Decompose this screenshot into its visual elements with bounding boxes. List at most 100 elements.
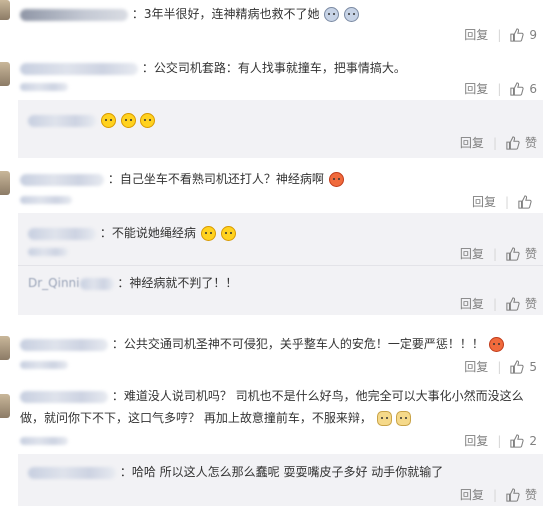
divider: |: [497, 359, 502, 374]
comment-text: 做，就问你下不下，这口气多哼？ 再加上故意撞前车，不服来辩，: [20, 411, 372, 425]
avatar[interactable]: [0, 336, 10, 360]
divider: |: [492, 487, 497, 502]
reply-button[interactable]: 回复: [464, 80, 488, 97]
avatar[interactable]: [0, 394, 10, 418]
username-blurred[interactable]: [28, 466, 116, 479]
username-blurred[interactable]: [20, 62, 138, 75]
timestamp-blurred: [28, 245, 68, 258]
reply-button[interactable]: 回复: [464, 26, 488, 43]
laughing-tears-icon: [200, 226, 216, 241]
angry-face-icon: [488, 337, 504, 352]
reply-line: Dr_Qinni ：神经病就不判了！！: [28, 275, 237, 291]
like-label[interactable]: 赞: [525, 295, 537, 312]
username-blurred[interactable]: [79, 277, 114, 290]
reply-button[interactable]: 回复: [472, 193, 496, 210]
reply-line: ：哈哈 所以这人怎么那么蠢呢 耍耍嘴皮子多好 动手你就输了: [28, 464, 443, 480]
divider: |: [492, 246, 497, 261]
reply-actions: 回复 | 赞: [460, 486, 537, 503]
reply-divider: [18, 265, 543, 266]
doge-icon: [376, 411, 392, 426]
comment-line: ：3年半很好，连神精病也救不了她: [20, 6, 360, 22]
comment-actions: 回复 | 5: [464, 358, 537, 375]
username-blurred[interactable]: [28, 114, 96, 127]
reply-button[interactable]: 回复: [460, 486, 484, 503]
divider: |: [497, 81, 502, 96]
doge-icon: [396, 411, 412, 426]
crying-face-icon: [344, 7, 360, 22]
crying-face-icon: [324, 7, 340, 22]
divider: |: [492, 296, 497, 311]
comment-line: ：自己坐车不看熟司机还打人？神经病啊: [20, 171, 344, 187]
comment-item: ：难道没人说司机吗？ 司机也不是什么好鸟，他完全可以大事化小然而没这么 做，就问…: [0, 380, 543, 506]
reply-text: ：神经病就不判了！！: [117, 276, 238, 290]
comment-text: ：3年半很好，连神精病也救不了她: [131, 7, 320, 21]
thumbs-up-icon[interactable]: [506, 135, 520, 150]
like-label[interactable]: 赞: [525, 134, 537, 151]
divider: |: [497, 433, 502, 448]
thumbs-up-icon[interactable]: [510, 81, 524, 96]
reply-actions: 回复 | 赞: [460, 295, 537, 312]
comment-item: ：公共交通司机圣神不可侵犯，关乎整车人的安危！一定要严惩！！！ 回复 | 5: [0, 330, 543, 376]
comment-item: ：公交司机套路：有人找事就撞车，把事情搞大。 回复 | 6 回复 | 赞: [0, 50, 543, 158]
username-blurred[interactable]: [28, 227, 96, 240]
comment-actions: 回复 | 2: [464, 432, 537, 449]
like-label[interactable]: 赞: [525, 486, 537, 503]
reply-button[interactable]: 回复: [464, 432, 488, 449]
reply-text: ：哈哈 所以这人怎么那么蠢呢 耍耍嘴皮子多好 动手你就输了: [119, 465, 444, 479]
reply-button[interactable]: 回复: [464, 358, 488, 375]
divider: |: [497, 27, 502, 42]
avatar[interactable]: [0, 171, 10, 195]
like-count: 5: [529, 359, 537, 374]
divider: |: [492, 135, 497, 150]
thumbs-up-icon[interactable]: [510, 27, 524, 42]
thumbs-up-icon[interactable]: [510, 433, 524, 448]
username-blurred[interactable]: [20, 8, 128, 21]
thumbs-up-icon[interactable]: [506, 246, 520, 261]
divider: |: [504, 194, 509, 209]
reply-list: ：哈哈 所以这人怎么那么蠢呢 耍耍嘴皮子多好 动手你就输了 回复 | 赞: [18, 454, 543, 506]
laughing-tears-icon: [220, 226, 236, 241]
username-partial[interactable]: Dr_Qinni: [28, 276, 80, 290]
comment-actions: 回复 |: [472, 193, 537, 210]
timestamp-blurred: [20, 193, 72, 206]
angry-face-icon: [328, 172, 344, 187]
timestamp-blurred: [20, 80, 68, 93]
username-blurred[interactable]: [20, 390, 108, 403]
avatar[interactable]: [0, 0, 10, 20]
comment-line: ：公共交通司机圣神不可侵犯，关乎整车人的安危！一定要严惩！！！: [20, 336, 504, 352]
like-label[interactable]: 赞: [525, 245, 537, 262]
thumbs-up-icon[interactable]: [506, 487, 520, 502]
comment-text: ：难道没人说司机吗？ 司机也不是什么好鸟，他完全可以大事化小然而没这么: [111, 389, 524, 403]
grinning-face-icon: [120, 113, 136, 128]
reply-button[interactable]: 回复: [460, 245, 484, 262]
comment-line: ：公交司机套路：有人找事就撞车，把事情搞大。: [20, 60, 406, 76]
comment-text: ：公共交通司机圣神不可侵犯，关乎整车人的安危！一定要严惩！！！: [111, 337, 484, 351]
like-count: 2: [529, 433, 537, 448]
like-count: 9: [529, 27, 537, 42]
comment-line: ：难道没人说司机吗？ 司机也不是什么好鸟，他完全可以大事化小然而没这么: [20, 388, 524, 404]
reply-button[interactable]: 回复: [460, 295, 484, 312]
timestamp-blurred: [20, 434, 68, 447]
comment-actions: 回复 | 9: [464, 26, 537, 43]
reply-line: [28, 112, 156, 128]
thumbs-up-icon[interactable]: [506, 296, 520, 311]
reply-list: ：不能说她绳经病 回复 | 赞 Dr_Qinni ：神经病就不判了！！ 回复 |…: [18, 213, 543, 315]
reply-actions: 回复 | 赞: [460, 245, 537, 262]
grinning-face-icon: [140, 113, 156, 128]
comment-line: 做，就问你下不下，这口气多哼？ 再加上故意撞前车，不服来辩，: [20, 410, 412, 426]
reply-text: ：不能说她绳经病: [99, 226, 196, 240]
comment-text: ：自己坐车不看熟司机还打人？神经病啊: [107, 172, 324, 186]
avatar[interactable]: [0, 62, 10, 86]
comment-item: ：3年半很好，连神精病也救不了她 回复 | 9: [0, 0, 543, 47]
comment-text: ：公交司机套路：有人找事就撞车，把事情搞大。: [141, 61, 406, 75]
username-blurred[interactable]: [20, 338, 108, 351]
like-count: 6: [529, 81, 537, 96]
reply-list: 回复 | 赞: [18, 100, 543, 158]
thumbs-up-icon[interactable]: [518, 194, 532, 209]
thumbs-up-icon[interactable]: [510, 359, 524, 374]
comment-actions: 回复 | 6: [464, 80, 537, 97]
reply-button[interactable]: 回复: [460, 134, 484, 151]
username-blurred[interactable]: [20, 173, 104, 186]
timestamp-blurred: [20, 358, 68, 371]
reply-actions: 回复 | 赞: [460, 134, 537, 151]
